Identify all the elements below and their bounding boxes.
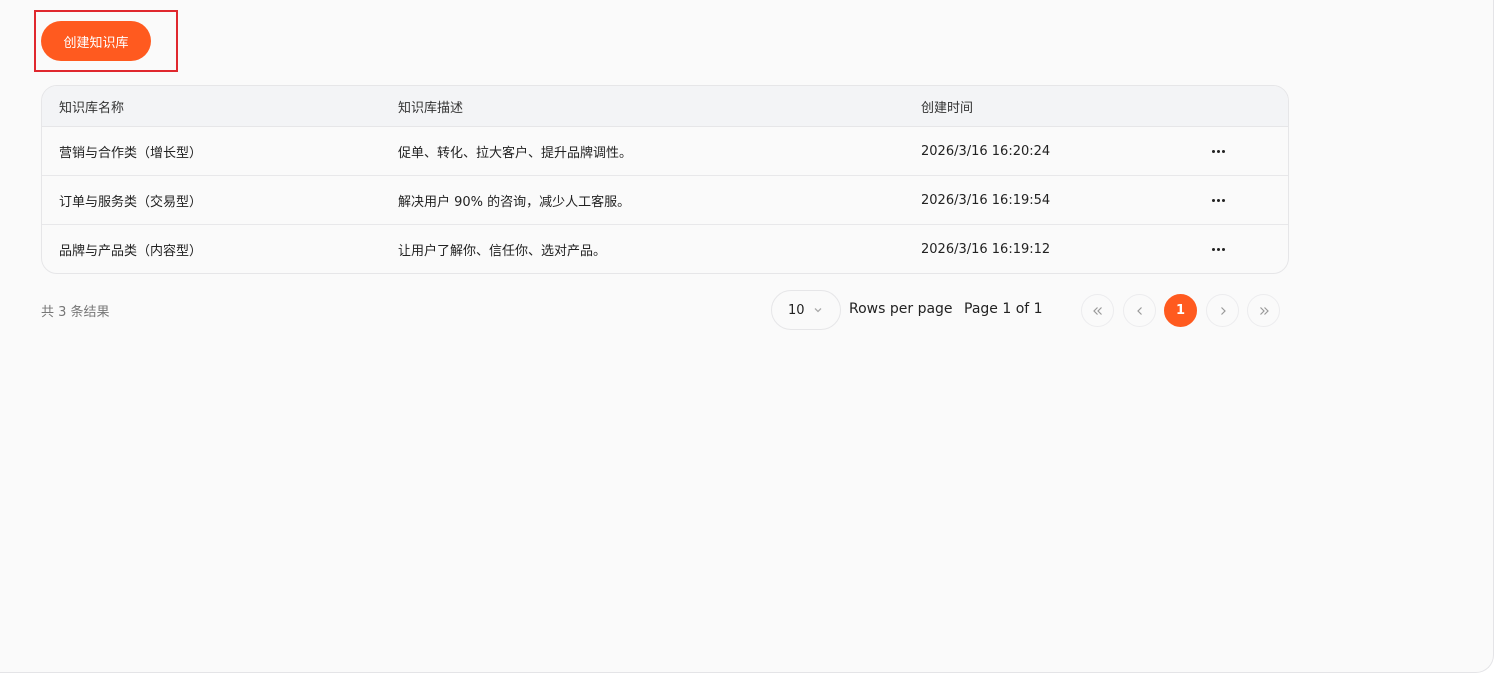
chevron-right-icon [1220, 306, 1226, 315]
more-horizontal-icon[interactable] [1206, 127, 1230, 175]
row-name: 订单与服务类（交易型） [59, 194, 203, 210]
last-page-button[interactable] [1247, 294, 1280, 327]
row-created-at: 2026/3/16 16:19:54 [921, 192, 1051, 208]
rows-per-page-value: 10 [788, 302, 805, 318]
rows-per-page-label: Rows per page [849, 301, 953, 317]
row-name: 品牌与产品类（内容型） [59, 244, 203, 259]
page-info: Page 1 of 1 [964, 301, 1043, 317]
previous-page-button[interactable] [1123, 294, 1156, 327]
next-page-button[interactable] [1206, 294, 1239, 327]
table-row[interactable]: 营销与合作类（增长型） 促单、转化、拉大客户、提升品牌调性。 2026/3/16… [42, 127, 1288, 176]
row-created-at: 2026/3/16 16:20:24 [921, 143, 1051, 159]
row-description: 解决用户 90% 的咨询，减少人工客服。 [398, 194, 631, 210]
page-1-button[interactable]: 1 [1164, 294, 1197, 327]
row-created-at: 2026/3/16 16:19:12 [921, 242, 1051, 257]
first-page-button[interactable] [1081, 294, 1114, 327]
chevron-down-icon [814, 308, 822, 313]
chevrons-right-icon [1259, 306, 1269, 315]
more-horizontal-icon[interactable] [1206, 225, 1230, 273]
chevrons-left-icon [1092, 306, 1102, 315]
chevron-left-icon [1136, 306, 1142, 315]
table-row[interactable]: 品牌与产品类（内容型） 让用户了解你、信任你、选对产品。 2026/3/16 1… [42, 225, 1288, 273]
row-name: 营销与合作类（增长型） [59, 145, 203, 161]
main-panel: 创建知识库 知识库名称 知识库描述 创建时间 营销与合作类（增长型） 促单、转化… [0, 0, 1494, 673]
row-description: 促单、转化、拉大客户、提升品牌调性。 [398, 145, 633, 161]
total-results: 共 3 条结果 [41, 305, 110, 320]
header-description: 知识库描述 [398, 100, 464, 116]
knowledge-base-table: 知识库名称 知识库描述 创建时间 营销与合作类（增长型） 促单、转化、拉大客户、… [41, 85, 1289, 274]
header-name: 知识库名称 [59, 100, 125, 116]
row-description: 让用户了解你、信任你、选对产品。 [398, 244, 607, 259]
more-horizontal-icon[interactable] [1206, 176, 1230, 224]
header-created-at: 创建时间 [921, 100, 974, 116]
table-row[interactable]: 订单与服务类（交易型） 解决用户 90% 的咨询，减少人工客服。 2026/3/… [42, 176, 1288, 225]
rows-per-page-select[interactable]: 10 [771, 290, 841, 330]
table-header: 知识库名称 知识库描述 创建时间 [42, 86, 1288, 127]
create-knowledge-base-button[interactable]: 创建知识库 [41, 21, 151, 61]
